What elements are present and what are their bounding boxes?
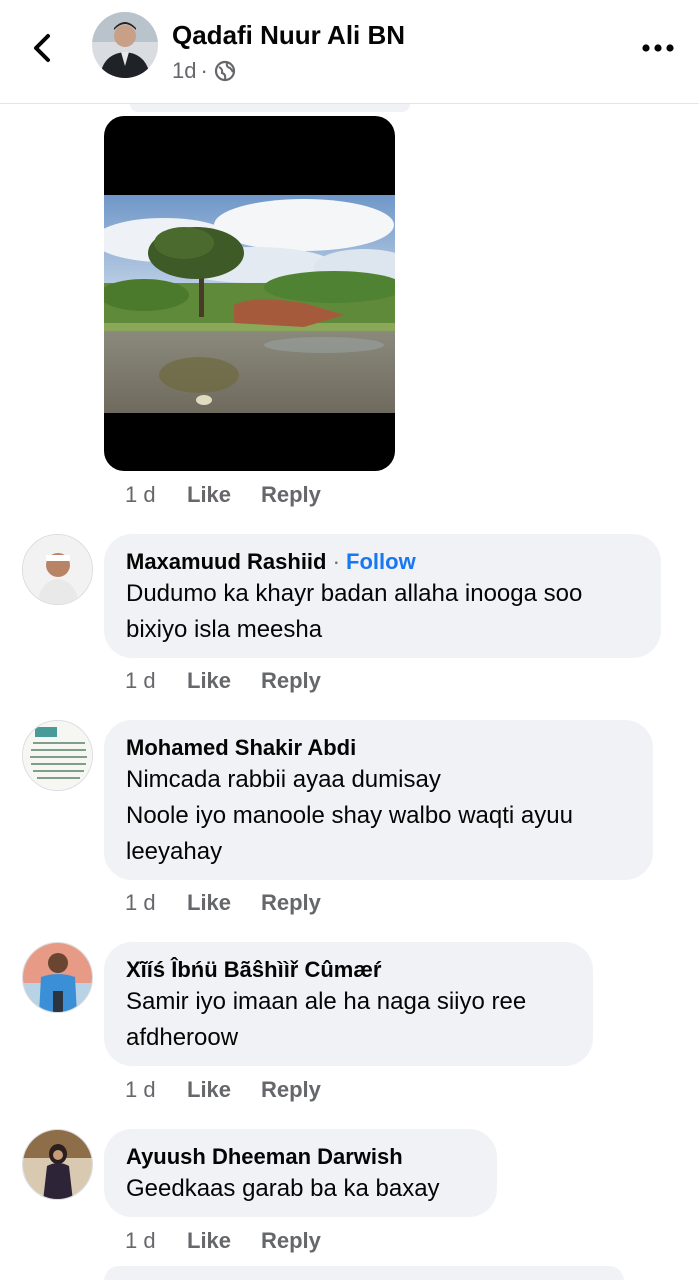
- comment-line: Geedkaas garab ba ka baxay: [126, 1175, 440, 1202]
- comment-time: 1 d: [125, 482, 156, 507]
- commenter-avatar[interactable]: [22, 720, 93, 791]
- commenter-name[interactable]: Maxamuud Rashiid: [126, 549, 326, 574]
- commenter-avatar[interactable]: [22, 534, 93, 605]
- comment-bubble[interactable]: Xĩíś Îbńü Bãŝhììř Cûmæŕ Samir iyo imaan …: [104, 942, 593, 1066]
- post-header: Qadafi Nuur Ali BN 1d ·: [0, 0, 699, 104]
- comment-actions: 1 d Like Reply: [125, 1228, 321, 1254]
- post-time: 1d: [172, 58, 197, 83]
- reply-button[interactable]: Reply: [261, 1077, 321, 1103]
- comment-time: 1 d: [125, 890, 156, 915]
- like-button[interactable]: Like: [187, 890, 261, 916]
- commenter-name[interactable]: Mohamed Shakir Abdi: [126, 734, 631, 762]
- comment-actions: 1 d Like Reply: [125, 890, 321, 916]
- like-button[interactable]: Like: [187, 1228, 261, 1254]
- comment-time: 1 d: [125, 668, 156, 693]
- comment-line: leeyahay: [126, 838, 223, 865]
- previous-comment-edge: [130, 104, 410, 112]
- landscape-photo: [104, 195, 395, 413]
- post-meta: 1d ·: [172, 58, 236, 84]
- reply-button[interactable]: Reply: [261, 668, 321, 694]
- commenter-name-row: Maxamuud Rashiid · Follow: [126, 548, 639, 576]
- like-button[interactable]: Like: [187, 668, 261, 694]
- name-separator: ·: [326, 549, 347, 574]
- comment-line: bixiyo isla meesha: [126, 616, 323, 643]
- comment-actions: 1 d Like Reply: [125, 1077, 321, 1103]
- author-name[interactable]: Qadafi Nuur Ali BN: [172, 20, 405, 51]
- comment-line: Noole iyo manoole shay walbo waqti ayuu: [126, 802, 573, 829]
- comment-line: Nimcada rabbii ayaa dumisay: [126, 766, 441, 793]
- commenter-avatar[interactable]: [22, 1129, 93, 1200]
- comment-bubble[interactable]: Maxamuud Rashiid · Follow Dudumo ka khay…: [104, 534, 661, 658]
- comment-line: Samir iyo imaan ale ha naga siiyo ree: [126, 988, 527, 1015]
- follow-button[interactable]: Follow: [346, 549, 416, 574]
- author-avatar[interactable]: [92, 12, 158, 78]
- commenter-name[interactable]: Xĩíś Îbńü Bãŝhììř Cûmæŕ: [126, 956, 571, 984]
- comment-bubble[interactable]: Mohamed Shakir Abdi Nimcada rabbii ayaa …: [104, 720, 653, 880]
- reply-button[interactable]: Reply: [261, 482, 321, 508]
- globe-icon: [214, 60, 235, 82]
- back-arrow-icon[interactable]: [28, 30, 56, 66]
- commenter-name[interactable]: Ayuush Dheeman Darwish: [126, 1143, 475, 1171]
- photo-comment-actions: 1 d Like Reply: [125, 482, 321, 508]
- meta-separator: ·: [200, 58, 208, 83]
- comment-time: 1 d: [125, 1077, 156, 1102]
- comment-actions: 1 d Like Reply: [125, 668, 321, 694]
- comment-time: 1 d: [125, 1228, 156, 1253]
- comment-photo[interactable]: [104, 116, 395, 471]
- reply-button[interactable]: Reply: [261, 890, 321, 916]
- more-options-icon[interactable]: [641, 38, 675, 58]
- next-comment-edge: [104, 1266, 624, 1280]
- like-button[interactable]: Like: [187, 482, 261, 508]
- comment-bubble[interactable]: Ayuush Dheeman Darwish Geedkaas garab ba…: [104, 1129, 497, 1217]
- reply-button[interactable]: Reply: [261, 1228, 321, 1254]
- comment-line: Dudumo ka khayr badan allaha inooga soo: [126, 580, 583, 607]
- comment-line: afdheroow: [126, 1024, 239, 1051]
- like-button[interactable]: Like: [187, 1077, 261, 1103]
- commenter-avatar[interactable]: [22, 942, 93, 1013]
